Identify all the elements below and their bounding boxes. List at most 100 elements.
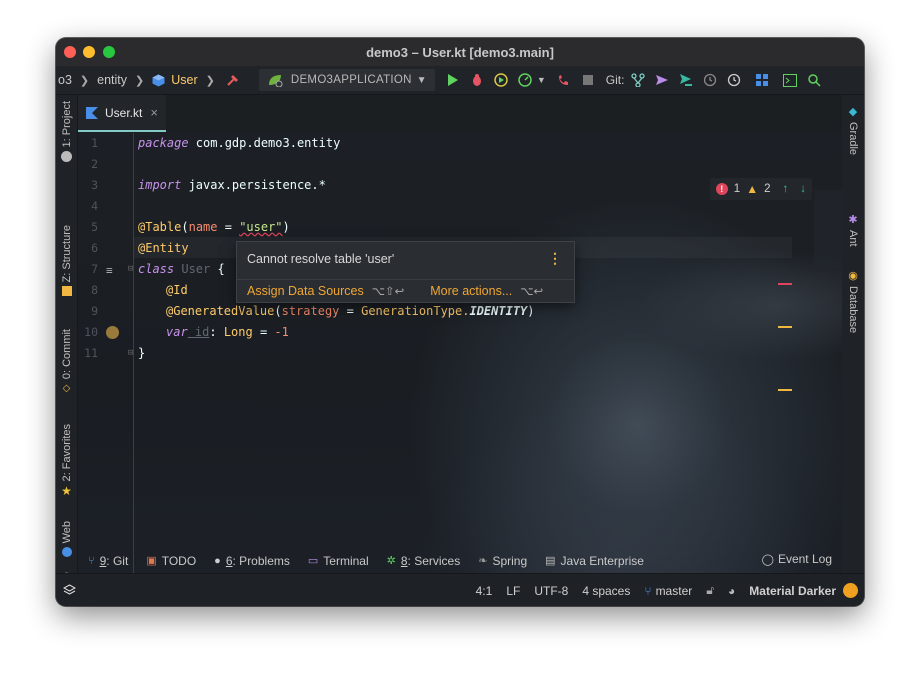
line-number: 8 <box>91 283 98 297</box>
breakpoint-icon[interactable] <box>106 326 119 339</box>
warning-stripe-marker[interactable] <box>778 326 792 328</box>
assign-data-sources-action[interactable]: Assign Data Sources ⌥⇧↩ <box>247 284 404 298</box>
close-window-button[interactable] <box>64 46 76 58</box>
profiler-icon[interactable] <box>515 70 535 90</box>
event-log-button[interactable]: ◯ Event Log <box>762 552 832 566</box>
git-branch-name: master <box>655 583 693 598</box>
tool-window-terminal[interactable]: ▭ Terminal <box>308 554 369 568</box>
tool-tab-commit[interactable]: 0: Commit ◇ <box>56 329 77 394</box>
file-encoding[interactable]: UTF-8 <box>534 584 568 598</box>
tool-tab-label: Gradle <box>847 122 859 156</box>
history-icon[interactable] <box>700 70 720 90</box>
attach-debugger-icon[interactable] <box>554 70 574 90</box>
status-bar: 4:1 LF UTF-8 4 spaces ⑂ master 🔓︎ ◕ Mate… <box>56 573 864 606</box>
dropdown-arrow-icon: ▼ <box>416 74 427 86</box>
tool-window-todo[interactable]: ▣ TODO <box>146 554 196 568</box>
tool-tab-gradle[interactable]: ◆ Gradle <box>842 105 864 155</box>
tool-tab-database[interactable]: ◉ Database <box>842 269 864 333</box>
close-icon[interactable]: × <box>150 105 158 120</box>
tool-tab-label: Z: Structure <box>60 225 73 283</box>
code-editor[interactable]: 1 package com.gdp.demo3.entity 2 3 impor… <box>78 133 792 580</box>
tool-window-mnemonic: 8 <box>400 553 408 568</box>
tool-tab-label: 0: Commit <box>60 329 73 380</box>
lock-icon[interactable]: 🔓︎ <box>706 583 714 598</box>
tool-window-services[interactable]: ✲ 8: Services <box>387 554 461 568</box>
line-number: 7 <box>91 262 98 276</box>
right-tool-strip: ◆ Gradle ✱ Ant ◉ Database <box>841 95 864 580</box>
breadcrumb-label: entity <box>97 73 128 87</box>
tool-tab-web[interactable]: Web <box>56 521 77 558</box>
tool-tab-project[interactable]: 1: Project <box>56 101 77 163</box>
warning-stripe-marker[interactable] <box>778 389 792 391</box>
breadcrumb-user[interactable]: User <box>150 73 199 87</box>
indent-setting[interactable]: 4 spaces <box>582 584 630 598</box>
tool-tab-structure[interactable]: Z: Structure <box>56 225 77 297</box>
spring-leaf-icon: ❧ <box>478 555 488 567</box>
tool-window-java-enterprise[interactable]: ▤ Java Enterprise <box>545 554 644 568</box>
speech-bubble-icon: ◯ <box>761 553 774 566</box>
caret-position[interactable]: 4:1 <box>476 584 493 598</box>
line-number: 5 <box>91 220 98 234</box>
git-commit-icon[interactable] <box>652 70 672 90</box>
search-icon[interactable] <box>804 70 824 90</box>
line-number: 10 <box>84 325 98 339</box>
database-gutter-icon[interactable]: ≡ <box>106 260 113 281</box>
tool-window-git[interactable]: ⑂ 9: Git <box>88 554 128 568</box>
tool-tab-label: 1: Project <box>60 101 73 148</box>
run-configuration-select[interactable]: DEMO3APPLICATION ▼ <box>258 69 435 91</box>
stop-icon[interactable] <box>578 70 598 90</box>
popup-actions: Assign Data Sources ⌥⇧↩ More actions... … <box>237 279 574 302</box>
line-number: 6 <box>91 241 98 255</box>
tool-window-label: Spring <box>492 553 528 568</box>
tool-window-problems[interactable]: ● 6: Problems <box>214 554 290 568</box>
code-line: 9 @GeneratedValue(strategy = GenerationT… <box>78 301 792 322</box>
project-structure-icon[interactable] <box>752 70 772 90</box>
run-icon[interactable] <box>443 70 463 90</box>
minimize-window-button[interactable] <box>83 46 95 58</box>
todo-icon: ▣ <box>146 555 157 567</box>
more-actions-action[interactable]: More actions... ⌥↩ <box>430 284 543 298</box>
fold-icon[interactable]: ⊟ <box>128 343 133 364</box>
editor-tab-user-kt[interactable]: User.kt × <box>78 95 166 132</box>
run-with-coverage-icon[interactable] <box>491 70 511 90</box>
ant-icon: ✱ <box>848 214 858 226</box>
minimap[interactable] <box>814 190 842 268</box>
tool-window-bar: ⑂ 9: Git ▣ TODO ● 6: Problems ▭ Terminal… <box>78 550 842 571</box>
line-number: 1 <box>91 136 98 150</box>
layers-icon[interactable] <box>62 584 76 598</box>
tool-window-mnemonic: 9 <box>99 553 107 568</box>
tool-tab-label: Database <box>847 286 859 334</box>
title-bar: demo3 – User.kt [demo3.main] <box>56 38 864 66</box>
tool-tab-label: 2: Favorites <box>60 424 73 482</box>
tool-window-label: : Problems <box>232 553 290 568</box>
chevron-down-icon[interactable]: ▼ <box>537 75 546 85</box>
action-label: Assign Data Sources <box>247 284 364 298</box>
breadcrumb-label: User <box>171 73 198 87</box>
tool-tab-favorites[interactable]: 2: Favorites ★ <box>56 424 77 498</box>
line-number: 2 <box>91 157 98 171</box>
theme-switcher[interactable]: Material Darker <box>749 583 858 598</box>
git-branch-widget[interactable]: ⑂ master <box>644 584 692 598</box>
breadcrumb-entity[interactable]: entity <box>95 73 129 87</box>
fold-icon[interactable]: ⊟ <box>128 259 133 280</box>
arrow-down-icon[interactable]: ↓ <box>800 183 806 195</box>
tool-window-label: : Git <box>106 553 129 568</box>
editor-area: User.kt × ! 1 ▲ 2 ↑ ↓ 1 package com.gdp.… <box>78 95 842 580</box>
inspection-profile-icon[interactable]: ◕ <box>728 584 735 598</box>
hammer-build-icon[interactable] <box>223 70 243 90</box>
more-options-icon[interactable]: ⋮ <box>548 250 562 267</box>
git-update-icon[interactable] <box>628 70 648 90</box>
action-shortcut: ⌥⇧↩ <box>371 286 405 298</box>
git-push-icon[interactable] <box>676 70 696 90</box>
line-separator[interactable]: LF <box>506 584 520 598</box>
code-line: 3 import javax.persistence.* <box>78 175 792 196</box>
debug-bug-icon[interactable] <box>467 70 487 90</box>
tool-tab-ant[interactable]: ✱ Ant <box>842 213 864 247</box>
zoom-window-button[interactable] <box>103 46 115 58</box>
tool-window-spring[interactable]: ❧ Spring <box>478 554 527 568</box>
breadcrumb-project[interactable]: o3 <box>56 73 74 87</box>
git-label: Git: <box>605 73 625 87</box>
error-stripe-marker[interactable] <box>778 283 792 285</box>
terminal-toggle-icon[interactable] <box>780 70 800 90</box>
rollback-icon[interactable] <box>724 70 744 90</box>
